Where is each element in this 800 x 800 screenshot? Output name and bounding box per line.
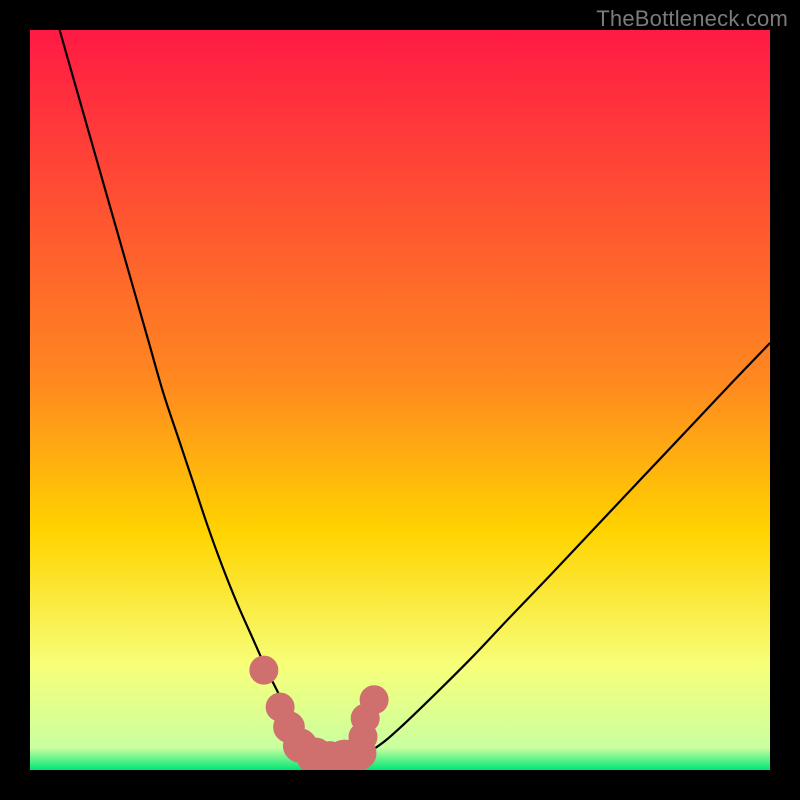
marker-dot — [360, 686, 388, 714]
watermark-text: TheBottleneck.com — [596, 6, 788, 32]
gradient-background — [30, 30, 770, 770]
chart-svg — [30, 30, 770, 770]
marker-dot — [250, 656, 278, 684]
plot-area — [30, 30, 770, 770]
chart-stage: TheBottleneck.com — [0, 0, 800, 800]
